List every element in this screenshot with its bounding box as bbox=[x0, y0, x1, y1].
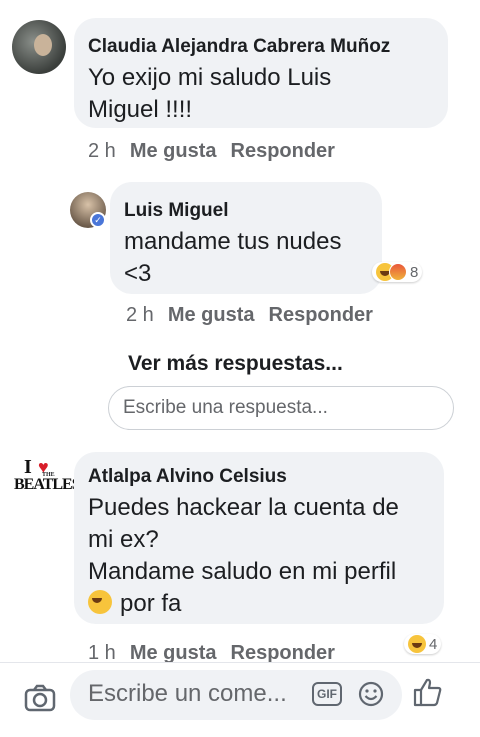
comment-text: Yo exijo mi saludo Luis Miguel !!!! bbox=[88, 62, 331, 126]
comment-text: Puedes hackear la cuenta de mi ex? Manda… bbox=[88, 492, 399, 620]
comment-author[interactable]: Atlalpa Alvino Celsius bbox=[88, 466, 287, 488]
view-more-replies[interactable]: Ver más respuestas... bbox=[128, 352, 343, 376]
reply-time: 2 h bbox=[126, 304, 154, 326]
verified-icon: ✓ bbox=[90, 212, 106, 228]
angry-reaction-icon bbox=[389, 263, 407, 281]
comment-meta: 2 h Me gusta Responder bbox=[88, 140, 335, 163]
comment-author[interactable]: Claudia Alejandra Cabrera Muñoz bbox=[88, 36, 390, 58]
comment-time: 1 h bbox=[88, 642, 116, 664]
avatar-text-beatles: BEATLES bbox=[14, 476, 81, 493]
smiley-icon[interactable] bbox=[358, 681, 384, 707]
comment-input-placeholder: Escribe un come... bbox=[88, 680, 287, 707]
comment-text-line: Yo exijo mi saludo Luis bbox=[88, 64, 332, 91]
reply-author[interactable]: Luis Miguel bbox=[124, 200, 229, 222]
reply-text-line: mandame tus nudes bbox=[124, 228, 342, 255]
like-link[interactable]: Me gusta bbox=[130, 642, 217, 664]
like-link[interactable]: Me gusta bbox=[168, 304, 255, 326]
reply-input[interactable]: Escribe una respuesta... bbox=[108, 386, 454, 430]
comment-text-line: Puedes hackear la cuenta de bbox=[88, 494, 399, 521]
haha-reaction-icon bbox=[408, 635, 426, 653]
reply-text-line: <3 bbox=[124, 260, 152, 287]
avatar[interactable]: I ♥ THE BEATLES bbox=[14, 456, 81, 500]
grin-emoji-icon bbox=[88, 590, 112, 614]
comment-text-tail: por fa bbox=[120, 590, 182, 617]
reply-meta: 2 h Me gusta Responder bbox=[126, 304, 373, 327]
reaction-count: 4 bbox=[429, 635, 438, 653]
avatar[interactable] bbox=[12, 20, 66, 74]
reaction-summary[interactable]: 4 bbox=[404, 634, 442, 654]
comment-text-line: Miguel !!!! bbox=[88, 96, 193, 123]
reaction-count: 8 bbox=[410, 263, 419, 281]
gif-icon[interactable]: GIF bbox=[312, 682, 342, 706]
comment-text-line: por fa bbox=[88, 588, 399, 620]
reaction-summary[interactable]: 8 bbox=[372, 262, 423, 282]
thumbs-up-icon[interactable] bbox=[412, 676, 444, 708]
reply-link[interactable]: Responder bbox=[231, 642, 335, 664]
like-link[interactable]: Me gusta bbox=[130, 140, 217, 162]
comment-time: 2 h bbox=[88, 140, 116, 162]
camera-icon[interactable] bbox=[24, 684, 56, 712]
comment-text-line: mi ex? bbox=[88, 526, 159, 553]
reply-link[interactable]: Responder bbox=[269, 304, 373, 326]
comment-text-line: Mandame saludo en mi perfil bbox=[88, 558, 397, 585]
reply-text: mandame tus nudes <3 bbox=[124, 226, 341, 290]
reply-link[interactable]: Responder bbox=[231, 140, 335, 162]
